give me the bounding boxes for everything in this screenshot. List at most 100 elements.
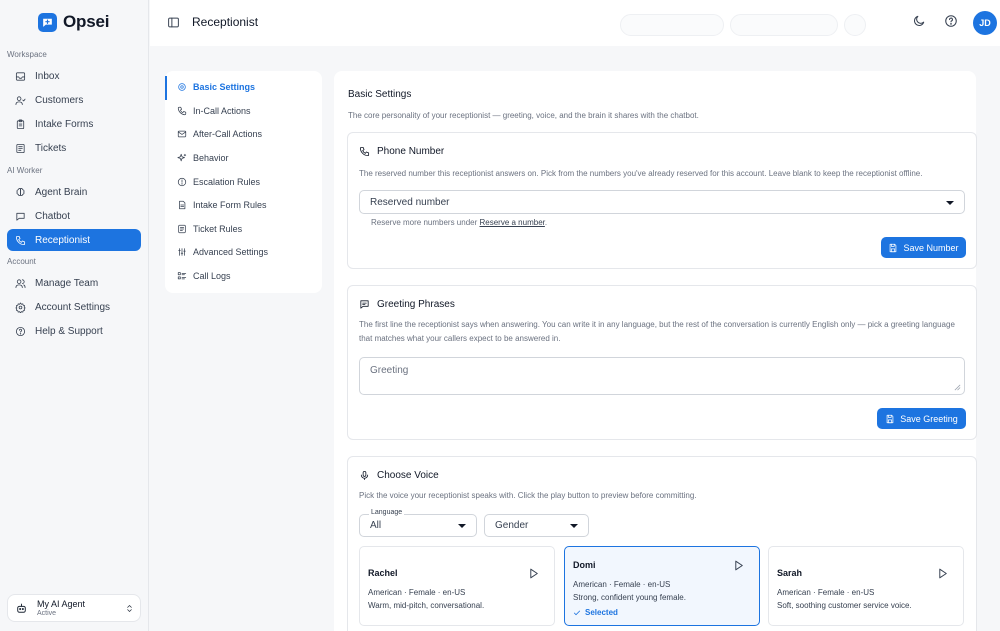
chevron-down-icon <box>946 201 954 205</box>
logo-icon <box>38 12 57 32</box>
sidebar-item-intake-forms[interactable]: Intake Forms <box>7 113 141 135</box>
top-bar: Receptionist JD <box>150 0 1000 46</box>
sidebar-item-agent-brain[interactable]: Agent Brain <box>7 181 141 203</box>
tab-after-call-actions[interactable]: After-Call Actions <box>177 129 262 139</box>
gender-select[interactable]: Gender <box>484 514 589 537</box>
agent-status: Active <box>37 610 57 617</box>
brain-icon <box>16 187 25 196</box>
phone-icon <box>177 106 187 116</box>
team-icon <box>15 278 26 288</box>
robot-icon <box>17 603 26 613</box>
tab-ticket-rules[interactable]: Ticket Rules <box>177 224 242 234</box>
selected-badge: Selected <box>573 608 618 617</box>
reserve-number-link[interactable]: Reserve a number <box>480 218 545 227</box>
play-preview-button[interactable] <box>732 559 745 572</box>
voice-card-sarah[interactable]: Sarah American · Female · en-US Soft, so… <box>768 546 964 626</box>
app-name: Opsei <box>63 12 110 31</box>
document-icon <box>179 200 186 210</box>
save-greeting-button[interactable]: Save Greeting <box>877 408 966 429</box>
help-icon <box>15 326 26 336</box>
chevron-down-icon <box>458 524 466 528</box>
card-description-line-1: The first line the receptionist says whe… <box>359 320 955 329</box>
resize-handle-icon[interactable] <box>954 384 961 391</box>
tab-in-call-actions[interactable]: In-Call Actions <box>177 106 251 116</box>
inbox-icon <box>15 71 26 81</box>
sidebar-item-tickets[interactable]: Tickets <box>7 137 141 159</box>
message-icon <box>360 300 369 309</box>
tab-call-logs[interactable]: Call Logs <box>177 271 231 281</box>
toggle-sidebar-button[interactable] <box>167 16 180 29</box>
tab-basic-settings[interactable]: Basic Settings <box>177 82 255 92</box>
chevron-up-down-icon <box>127 604 132 612</box>
phone-icon <box>15 235 26 245</box>
reserve-note: Reserve more numbers under Reserve a num… <box>371 218 548 227</box>
play-preview-button[interactable] <box>527 567 540 580</box>
tab-behavior[interactable]: Behavior <box>177 153 229 163</box>
sidebar-item-help-support[interactable]: Help & Support <box>7 320 141 342</box>
ticket-icon <box>16 143 25 153</box>
sliders-icon <box>178 248 186 256</box>
card-description: Pick the voice your receptionist speaks … <box>359 491 697 500</box>
choose-voice-card: Choose Voice Pick the voice your recepti… <box>347 456 977 631</box>
voice-card-rachel[interactable]: Rachel American · Female · en-US Warm, m… <box>359 546 555 626</box>
faded-action-pill <box>730 14 838 36</box>
gear-icon <box>15 302 26 313</box>
users-icon <box>15 95 26 105</box>
agent-switcher[interactable]: My AI Agent Active <box>7 594 141 622</box>
section-label-workspace: Workspace <box>7 50 47 59</box>
clipboard-icon <box>16 119 25 129</box>
sidebar: Opsei Workspace Inbox Customers Intake F… <box>0 0 149 631</box>
tab-advanced-settings[interactable]: Advanced Settings <box>177 247 268 257</box>
sidebar-item-account-settings[interactable]: Account Settings <box>7 296 141 318</box>
question-icon <box>945 15 957 27</box>
app-logo[interactable]: Opsei <box>38 12 109 32</box>
sidebar-item-manage-team[interactable]: Manage Team <box>7 272 141 294</box>
help-button[interactable] <box>944 14 958 28</box>
play-icon <box>735 560 743 571</box>
section-label-ai-worker: AI Worker <box>7 166 43 175</box>
list-icon <box>177 272 187 280</box>
agent-name: My AI Agent <box>37 599 86 609</box>
phone-icon <box>359 146 370 157</box>
play-icon <box>530 568 538 579</box>
play-preview-button[interactable] <box>936 567 949 580</box>
check-icon <box>573 610 581 615</box>
sidebar-item-inbox[interactable]: Inbox <box>7 65 141 87</box>
microphone-icon <box>360 470 369 481</box>
faded-action-pill <box>844 14 866 36</box>
ticket-icon <box>178 224 186 234</box>
card-description-line-2: that matches what your callers expect to… <box>359 334 561 343</box>
card-title: Phone Number <box>377 146 445 157</box>
active-indicator <box>165 76 167 100</box>
tab-escalation-rules[interactable]: Escalation Rules <box>177 177 260 187</box>
save-number-button[interactable]: Save Number <box>881 237 966 258</box>
user-avatar[interactable]: JD <box>973 11 997 35</box>
settings-subnav: Basic Settings In-Call Actions After-Cal… <box>165 71 322 293</box>
settings-icon <box>178 83 186 91</box>
language-label: Language <box>369 509 405 516</box>
sparkle-icon <box>177 153 187 162</box>
theme-toggle-button[interactable] <box>912 14 926 28</box>
language-select[interactable]: Language All <box>359 509 477 537</box>
section-title: Basic Settings <box>348 89 412 100</box>
reserved-number-select[interactable]: Reserved number <box>359 190 965 214</box>
save-icon <box>886 414 894 423</box>
sidebar-item-receptionist[interactable]: Receptionist <box>7 229 141 251</box>
alert-icon <box>177 177 187 187</box>
phone-number-card: Phone Number The reserved number this re… <box>347 132 977 269</box>
mail-icon <box>177 130 187 138</box>
moon-icon <box>914 15 925 26</box>
basic-settings-panel: Basic Settings The core personality of y… <box>334 71 977 631</box>
chevron-down-icon <box>570 524 578 528</box>
sidebar-item-chatbot[interactable]: Chatbot <box>7 205 141 227</box>
greeting-textarea[interactable]: Greeting <box>359 357 965 395</box>
card-title: Choose Voice <box>377 470 439 481</box>
sidebar-item-customers[interactable]: Customers <box>7 89 141 111</box>
voice-card-domi[interactable]: Domi American · Female · en-US Strong, c… <box>564 546 760 626</box>
faded-action-pill <box>620 14 724 36</box>
tab-intake-form-rules[interactable]: Intake Form Rules <box>177 200 267 210</box>
chat-icon <box>16 212 25 221</box>
page-title: Receptionist <box>192 15 259 29</box>
card-title: Greeting Phrases <box>377 299 455 310</box>
sidebar-toggle-icon <box>168 17 179 28</box>
